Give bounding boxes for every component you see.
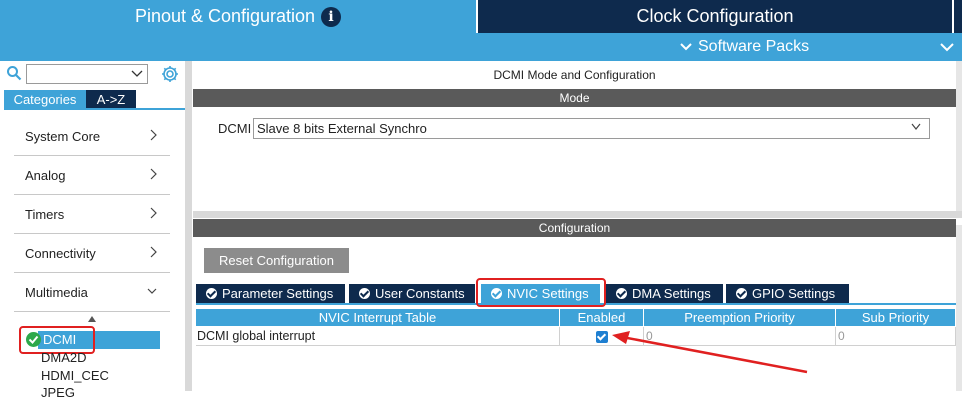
check-circle-icon (616, 288, 627, 299)
check-circle-icon (206, 288, 217, 299)
tab-underline (4, 108, 185, 110)
tab-categories[interactable]: Categories (4, 90, 86, 109)
tab-pinout-label: Pinout & Configuration (134, 6, 316, 26)
tab-pinout-configuration[interactable]: Pinout & Configuration i (0, 0, 476, 33)
chevron-down-icon (147, 288, 157, 294)
category-timers[interactable]: Timers (14, 195, 170, 234)
tab-a-to-z[interactable]: A->Z (86, 90, 136, 109)
mode-scrollbar[interactable] (956, 61, 962, 211)
category-label: Connectivity (25, 245, 96, 261)
sidebar-item-jpeg[interactable]: JPEG (41, 384, 75, 402)
sidebar-item-hdmi-cec[interactable]: HDMI_CEC (41, 367, 109, 385)
category-multimedia[interactable]: Multimedia (14, 273, 170, 312)
reset-configuration-button[interactable]: Reset Configuration (204, 248, 349, 273)
tab-parameter-settings[interactable]: Parameter Settings (196, 284, 346, 303)
software-packs-menu[interactable]: Software Packs (680, 33, 809, 61)
table-cell-sub-priority[interactable]: 0 (836, 327, 956, 346)
chevron-right-icon (150, 207, 157, 219)
chevron-right-icon (150, 168, 157, 180)
panel-splitter[interactable] (185, 61, 192, 391)
tab-label: GPIO Settings (752, 286, 836, 301)
tab-overflow[interactable] (952, 0, 962, 33)
configuration-section-header: Configuration (193, 219, 956, 237)
sidebar-item-dma2d[interactable]: DMA2D (41, 349, 87, 367)
sub-toolbar (0, 33, 962, 61)
category-system-core[interactable]: System Core (14, 117, 170, 156)
chevron-down-icon (940, 43, 954, 52)
panel-divider[interactable] (193, 211, 962, 218)
dcmi-mode-select[interactable]: Slave 8 bits External Synchro (253, 118, 930, 139)
info-icon[interactable]: i (321, 6, 342, 27)
page-title: DCMI Mode and Configuration (493, 68, 656, 82)
gear-icon[interactable] (160, 64, 180, 84)
search-icon[interactable] (6, 65, 22, 81)
chevron-right-icon (150, 129, 157, 141)
category-label: Timers (25, 206, 65, 222)
column-header-sub-priority[interactable]: Sub Priority (836, 309, 956, 326)
dcmi-mode-value: Slave 8 bits External Synchro (257, 121, 427, 136)
chevron-down-icon (131, 70, 143, 77)
tab-dma-settings[interactable]: DMA Settings (606, 284, 724, 303)
scroll-up-icon[interactable] (88, 316, 96, 322)
dcmi-mode-label: DCMI (218, 121, 252, 136)
category-connectivity[interactable]: Connectivity (14, 234, 170, 273)
check-circle-icon (736, 288, 747, 299)
chevron-right-icon (150, 246, 157, 258)
mode-section-header: Mode (193, 89, 956, 107)
tab-label: Parameter Settings (222, 286, 334, 301)
tab-label: User Constants (375, 286, 465, 301)
collapse-chevron[interactable] (940, 33, 954, 61)
annotation-arrow-icon (612, 331, 808, 374)
chevron-down-icon (680, 43, 692, 51)
category-analog[interactable]: Analog (14, 156, 170, 195)
check-circle-icon (359, 288, 370, 299)
table-cell-interrupt-name: DCMI global interrupt (196, 327, 560, 346)
config-scrollbar[interactable] (956, 225, 962, 391)
category-label: Analog (25, 167, 66, 183)
column-header-interrupt[interactable]: NVIC Interrupt Table (196, 309, 560, 326)
tab-clock-label: Clock Configuration (636, 6, 794, 26)
column-header-enabled[interactable]: Enabled (560, 309, 644, 326)
tab-user-constants[interactable]: User Constants (349, 284, 476, 303)
category-label: System Core (25, 128, 101, 144)
chevron-down-icon (911, 123, 921, 130)
nvic-highlight-box (476, 278, 606, 307)
search-input[interactable] (26, 64, 148, 84)
tab-label: DMA Settings (632, 286, 711, 301)
tab-gpio-settings[interactable]: GPIO Settings (726, 284, 850, 303)
software-packs-label: Software Packs (698, 38, 810, 55)
tab-clock-configuration[interactable]: Clock Configuration (476, 0, 952, 33)
column-header-preemption[interactable]: Preemption Priority (644, 309, 836, 326)
category-label: Multimedia (25, 284, 88, 300)
